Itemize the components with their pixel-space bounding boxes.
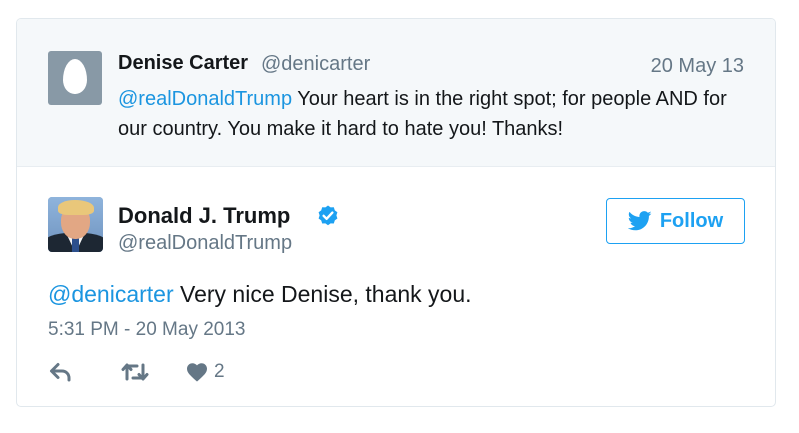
quoted-author-handle[interactable]: @denicarter — [261, 53, 370, 76]
quoted-tweet[interactable]: Denise Carter @denicarter 20 May 13 @rea… — [17, 19, 775, 167]
quoted-tweet-date[interactable]: 20 May 13 — [651, 55, 744, 78]
reply-button[interactable] — [48, 360, 74, 384]
heart-icon — [187, 363, 207, 382]
author-avatar[interactable] — [48, 197, 103, 252]
like-count: 2 — [214, 361, 225, 382]
reply-icon — [50, 363, 71, 382]
default-egg-avatar-icon — [63, 59, 87, 94]
retweet-icon — [121, 363, 149, 381]
twitter-bird-icon — [627, 211, 652, 231]
verified-badge-icon — [318, 205, 338, 226]
tweet-body: Very nice Denise, thank you. — [173, 281, 472, 307]
quoted-author-avatar[interactable] — [48, 51, 102, 105]
retweet-button[interactable] — [121, 360, 149, 384]
tweet-timestamp[interactable]: 5:31 PM - 20 May 2013 — [48, 319, 246, 341]
avatar-tie — [72, 237, 79, 252]
quoted-tweet-text: @realDonaldTrump Your heart is in the ri… — [118, 84, 753, 144]
author-name[interactable]: Donald J. Trump — [118, 203, 290, 229]
quoted-author-name[interactable]: Denise Carter — [118, 52, 248, 75]
tweet-embed-card: Denise Carter @denicarter 20 May 13 @rea… — [16, 18, 776, 407]
tweet-mention-link[interactable]: @denicarter — [48, 281, 174, 307]
like-button[interactable]: 2 — [186, 360, 225, 384]
tweet-text: @denicarter Very nice Denise, thank you. — [48, 281, 472, 308]
avatar-hair — [58, 200, 94, 215]
follow-button-label: Follow — [659, 209, 724, 232]
quoted-tweet-mention-link[interactable]: @realDonaldTrump — [118, 88, 292, 110]
author-handle[interactable]: @realDonaldTrump — [118, 232, 292, 255]
follow-button[interactable]: Follow — [606, 198, 745, 244]
